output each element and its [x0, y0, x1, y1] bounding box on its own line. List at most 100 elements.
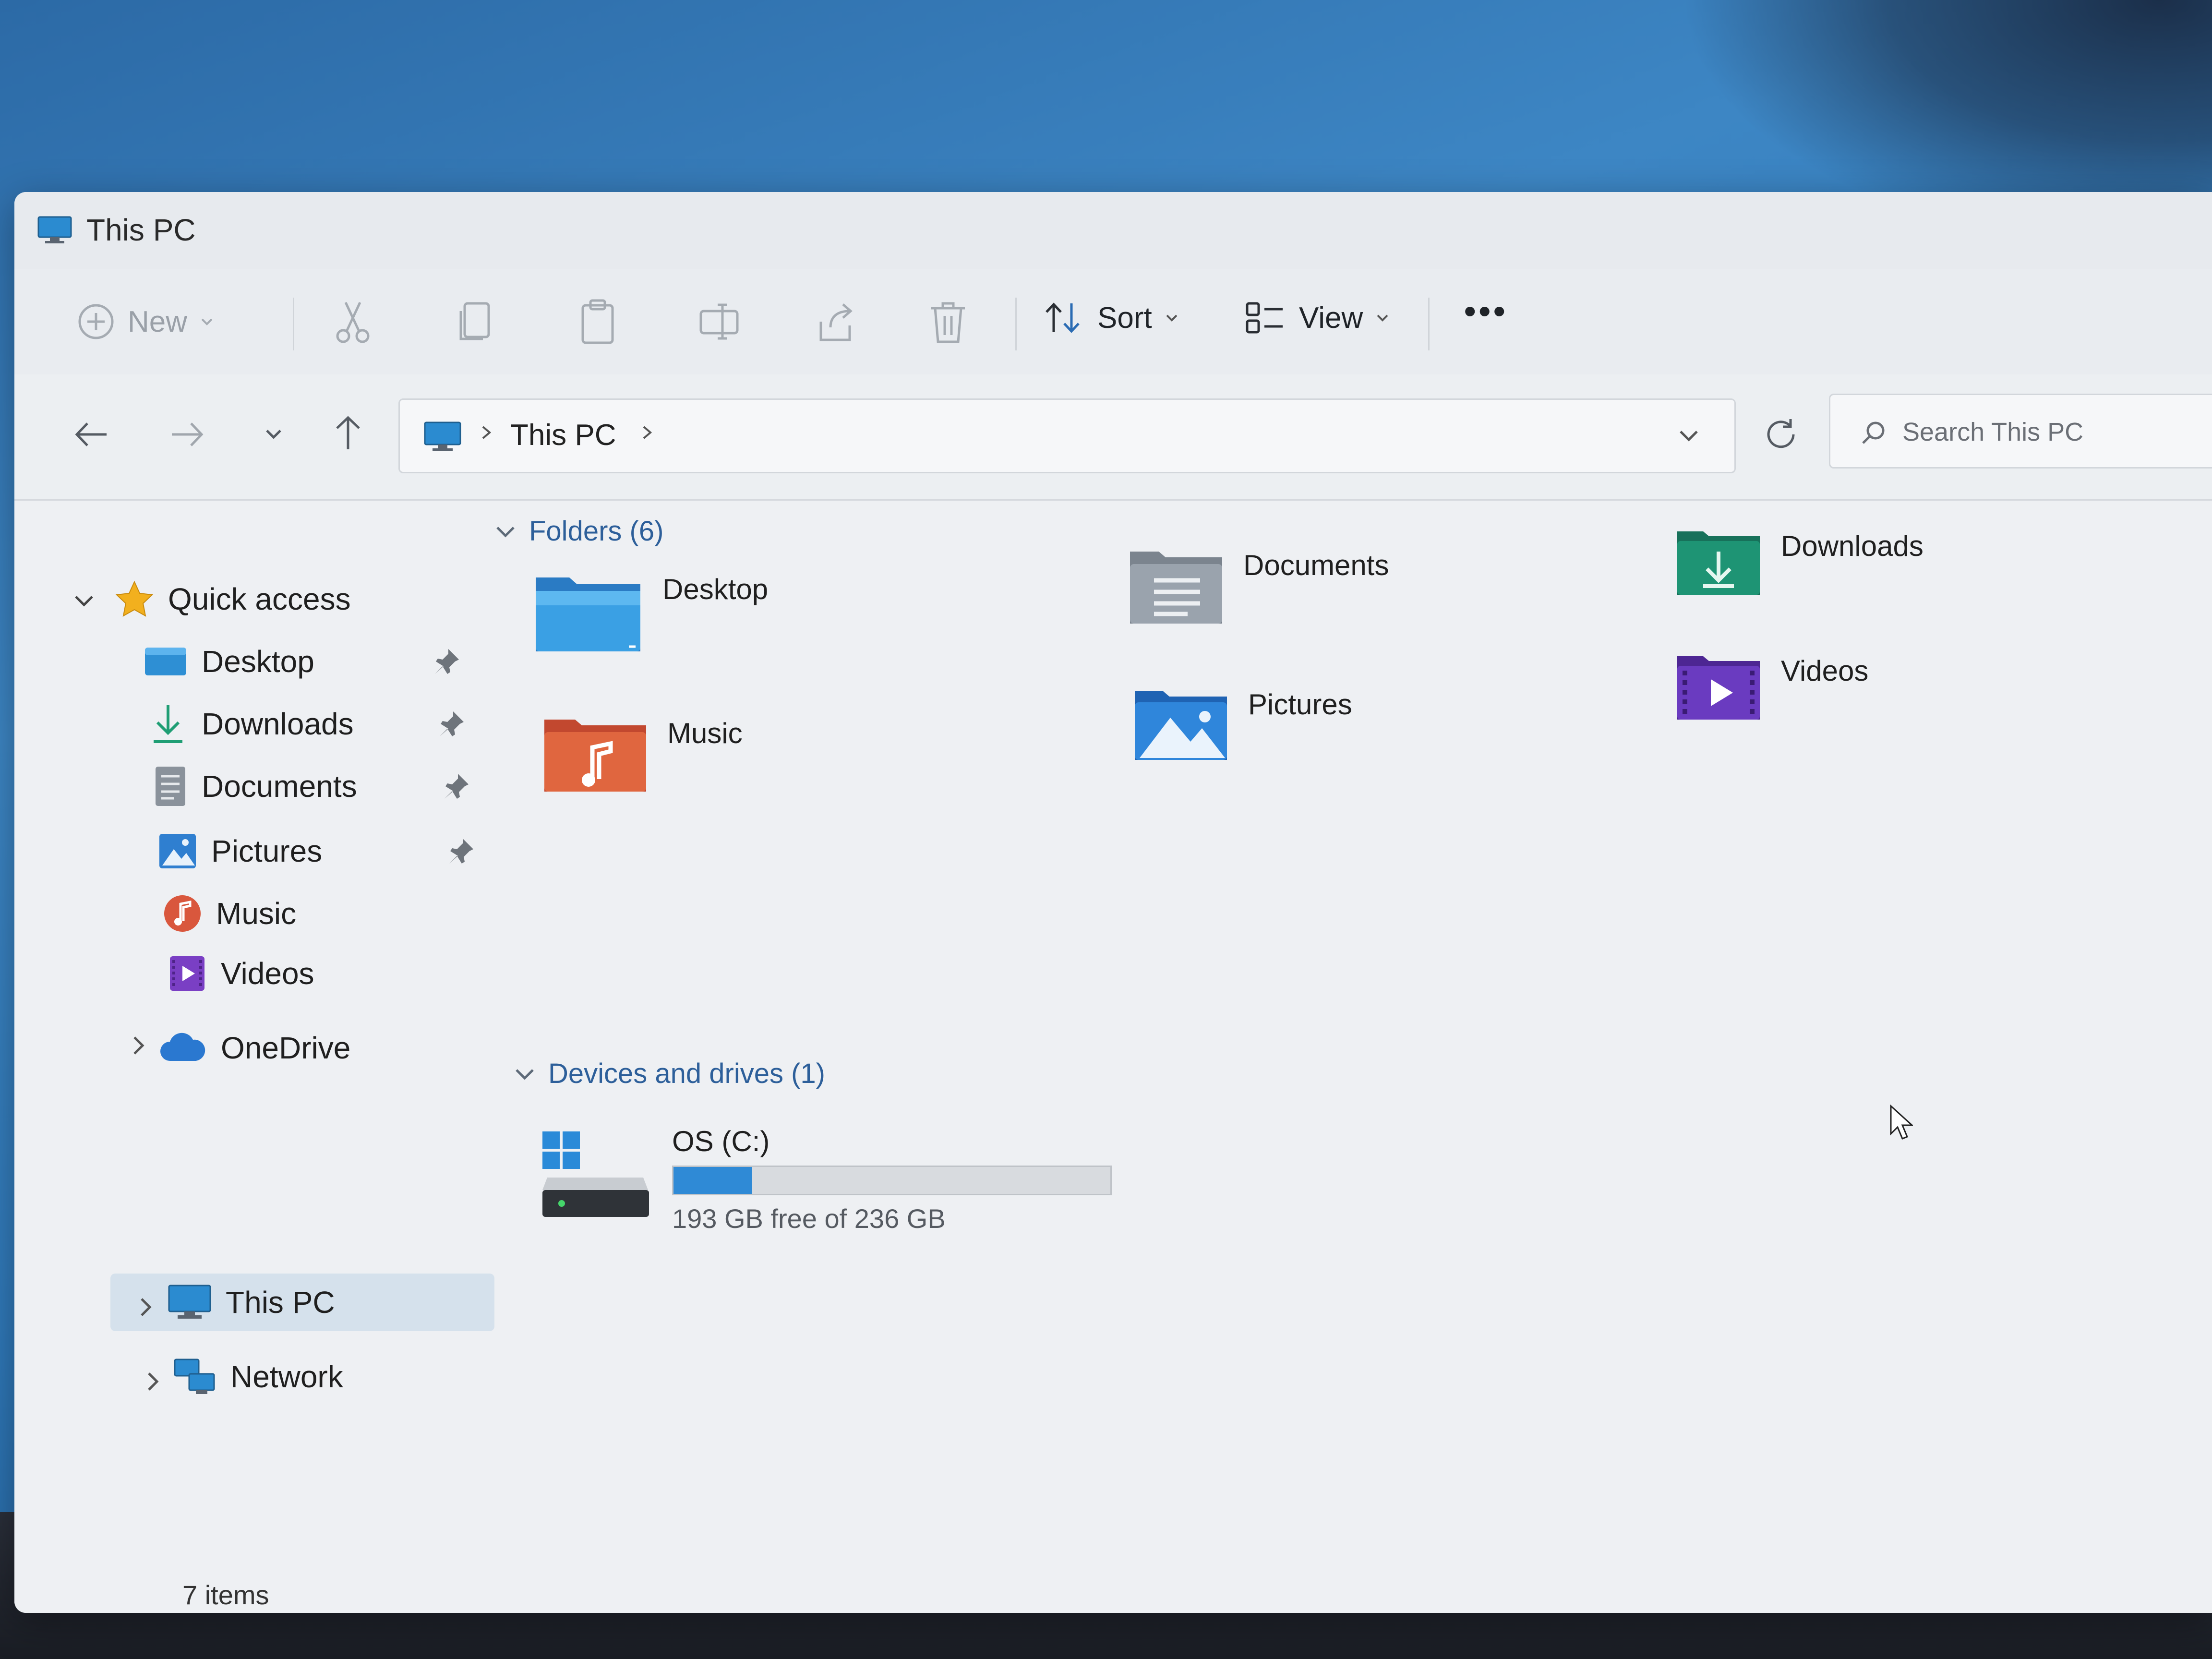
- sidebar-quick-access[interactable]: Quick access: [115, 573, 351, 625]
- trash-icon: [931, 302, 965, 343]
- folders-group-label: Folders (6): [529, 516, 664, 547]
- sidebar-item-videos[interactable]: Videos: [168, 947, 314, 1000]
- sort-button-label: Sort: [1097, 301, 1152, 335]
- more-options-button[interactable]: •••: [1464, 292, 1508, 330]
- breadcrumb-this-pc[interactable]: This PC: [510, 418, 616, 452]
- pictures-folder-icon: [1135, 691, 1227, 760]
- sidebar-item-documents[interactable]: Documents: [154, 760, 357, 813]
- sidebar-item-label: Pictures: [211, 834, 323, 868]
- drive-name: OS (C:): [672, 1125, 770, 1157]
- window-title: This PC: [86, 213, 196, 247]
- pin-icon[interactable]: [446, 837, 475, 866]
- download-arrow-icon: [154, 705, 182, 743]
- documents-folder-icon: [1130, 552, 1222, 624]
- view-list-icon: [1246, 302, 1283, 334]
- folders-group-header[interactable]: Folders (6): [494, 515, 663, 547]
- music-folder-icon: [544, 720, 646, 792]
- pin-icon[interactable]: [437, 709, 466, 738]
- search-icon: [1862, 421, 1885, 444]
- desktop-folder-icon: [536, 577, 640, 651]
- navigation-bar: This PC Search This PC: [14, 374, 2212, 501]
- sidebar-item-label: Downloads: [202, 707, 354, 741]
- breadcrumb-chevron-icon[interactable]: [640, 423, 654, 442]
- sidebar-item-network[interactable]: Network: [173, 1350, 343, 1403]
- forward-arrow-icon[interactable]: [168, 418, 206, 451]
- drive-free-space: 193 GB free of 236 GB: [672, 1203, 946, 1234]
- expand-chevron-icon[interactable]: [144, 1370, 163, 1394]
- back-arrow-icon[interactable]: [72, 418, 110, 451]
- sidebar-item-label: Documents: [202, 769, 357, 804]
- folder-label: Videos: [1781, 655, 1869, 687]
- this-pc-icon: [424, 421, 461, 451]
- breadcrumb-chevron-icon: [482, 426, 492, 439]
- devices-group-header[interactable]: Devices and drives (1): [514, 1058, 825, 1090]
- share-icon: [819, 303, 853, 341]
- toolbar-separator: [1428, 298, 1430, 350]
- devices-group-label: Devices and drives (1): [548, 1058, 825, 1089]
- folder-tile-documents[interactable]: Documents: [1128, 544, 1389, 625]
- sidebar-item-label: OneDrive: [221, 1031, 351, 1065]
- pin-icon[interactable]: [432, 647, 461, 676]
- chevron-down-icon: [1377, 314, 1388, 322]
- documents-icon: [156, 767, 185, 806]
- folder-tile-pictures[interactable]: Pictures: [1133, 683, 1352, 762]
- sidebar-item-desktop[interactable]: Desktop: [144, 635, 314, 688]
- drive-usage-bar: [672, 1166, 1112, 1195]
- rename-icon: [699, 303, 739, 340]
- more-options-label: •••: [1464, 292, 1508, 330]
- mouse-cursor-icon: [1890, 1104, 1913, 1140]
- address-bar[interactable]: This PC: [398, 398, 1736, 473]
- view-button[interactable]: View: [1243, 299, 1390, 337]
- pin-icon[interactable]: [442, 772, 470, 801]
- sort-button[interactable]: Sort: [1042, 299, 1179, 337]
- folder-tile-videos[interactable]: Videos: [1675, 649, 1868, 721]
- sidebar-item-music[interactable]: Music: [163, 887, 296, 940]
- folder-tile-downloads[interactable]: Downloads: [1675, 525, 1923, 597]
- new-button-label: New: [128, 305, 188, 338]
- copy-icon: [459, 302, 490, 340]
- new-button[interactable]: New: [77, 302, 214, 341]
- folder-label: Downloads: [1781, 530, 1923, 562]
- desktop-folder-icon: [145, 648, 186, 675]
- refresh-icon[interactable]: [1762, 415, 1800, 454]
- folder-tile-music[interactable]: Music: [542, 712, 743, 793]
- cloud-icon: [160, 1033, 205, 1061]
- this-pc-icon: [168, 1285, 211, 1319]
- recent-locations-chevron-icon[interactable]: [264, 425, 283, 444]
- downloads-folder-icon: [1677, 531, 1760, 595]
- drive-usage-fill: [673, 1167, 752, 1194]
- file-explorer-window: This PC New Sort View ••• This PC Search…: [14, 192, 2212, 1613]
- sidebar-item-this-pc[interactable]: This PC: [168, 1276, 335, 1329]
- sidebar-item-downloads[interactable]: Downloads: [149, 697, 354, 750]
- delete-button[interactable]: [926, 298, 970, 346]
- sidebar-item-onedrive[interactable]: OneDrive: [158, 1022, 350, 1074]
- toolbar-separator: [1015, 298, 1017, 350]
- folder-label: Music: [667, 717, 743, 749]
- expand-chevron-icon[interactable]: [137, 1295, 156, 1319]
- collapse-chevron-icon[interactable]: [72, 592, 96, 611]
- cut-button[interactable]: [331, 298, 374, 346]
- chevron-down-icon: [496, 526, 515, 538]
- paste-button[interactable]: [576, 298, 619, 346]
- music-icon: [164, 895, 201, 932]
- this-pc-icon: [37, 216, 72, 243]
- navigation-pane: Quick access Desktop Downloads Documents…: [14, 501, 494, 1613]
- expand-chevron-icon[interactable]: [130, 1034, 149, 1058]
- search-box[interactable]: Search This PC: [1829, 394, 2212, 469]
- rename-button[interactable]: [696, 298, 744, 346]
- command-bar: New Sort View •••: [14, 269, 2212, 376]
- hard-drive-icon: [542, 1131, 649, 1217]
- folder-tile-desktop[interactable]: Desktop: [533, 568, 768, 654]
- address-dropdown-chevron-icon[interactable]: [1677, 424, 1701, 448]
- share-button[interactable]: [811, 298, 859, 346]
- drive-tile-os-c[interactable]: OS (C:) 193 GB free of 236 GB: [538, 1125, 1112, 1234]
- sidebar-item-label: Music: [216, 896, 297, 931]
- folder-label: Desktop: [662, 573, 769, 605]
- view-button-label: View: [1299, 301, 1363, 335]
- chevron-down-icon: [1166, 314, 1178, 322]
- sidebar-item-pictures[interactable]: Pictures: [158, 825, 322, 878]
- up-arrow-icon[interactable]: [331, 413, 365, 451]
- drive-info: OS (C:) 193 GB free of 236 GB: [672, 1125, 1112, 1234]
- copy-button[interactable]: [456, 298, 494, 346]
- videos-icon: [170, 956, 204, 991]
